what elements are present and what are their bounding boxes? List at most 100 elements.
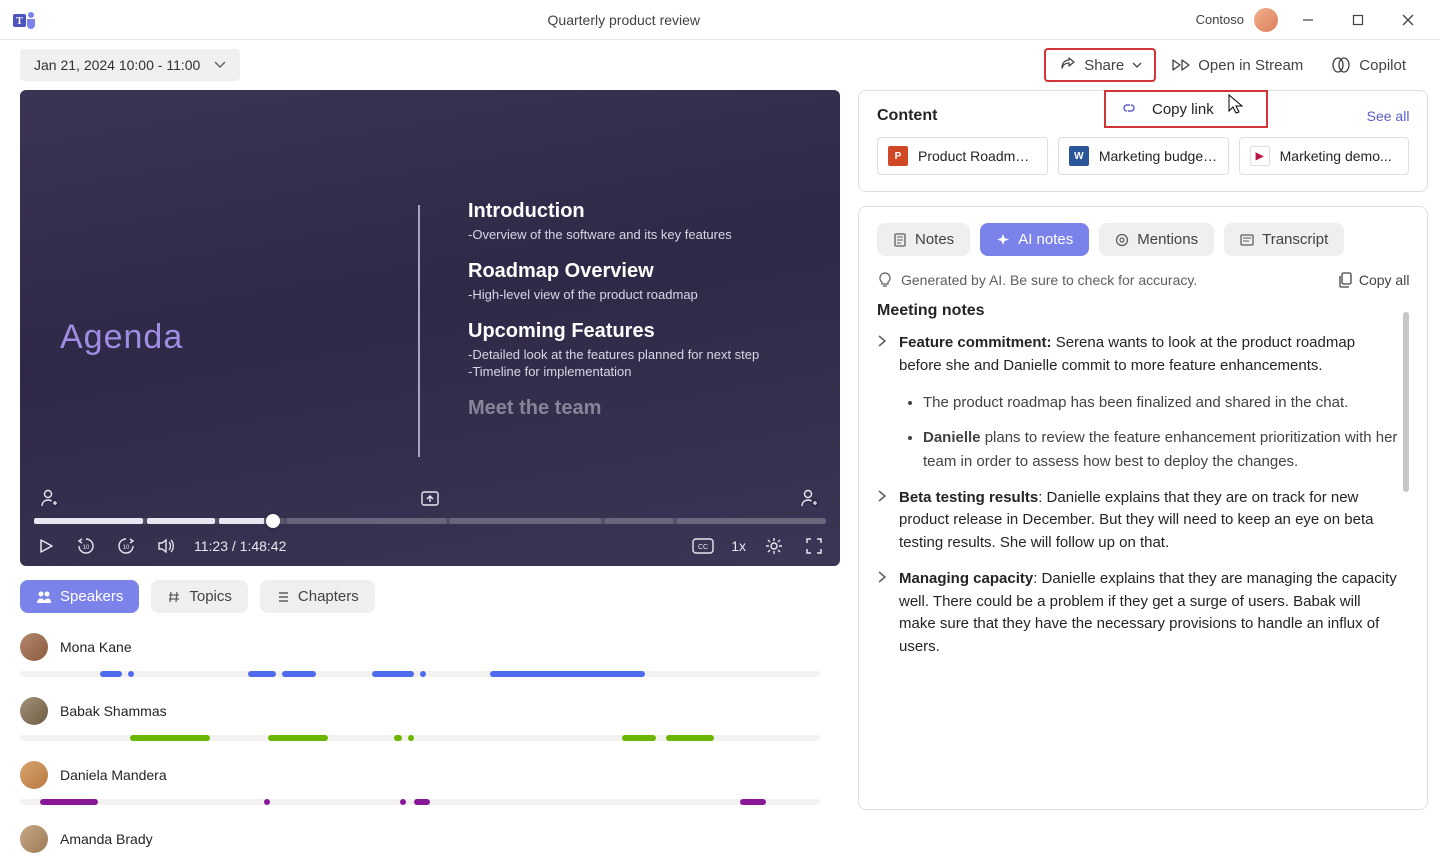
people-icon — [36, 589, 52, 605]
share-button[interactable]: Share — [1044, 48, 1156, 82]
svg-text:CC: CC — [698, 544, 708, 551]
copy-link-item[interactable]: Copy link — [1152, 101, 1214, 118]
playback-speed[interactable]: 1x — [731, 538, 746, 554]
speaker-row: Amanda Brady — [20, 819, 840, 859]
add-person-left-icon[interactable] — [38, 486, 62, 510]
tenant-name: Contoso — [1196, 12, 1244, 27]
speaker-name: Babak Shammas — [60, 703, 167, 719]
slide-agenda-list: Introduction -Overview of the software a… — [468, 200, 808, 424]
video-file-icon: ▶ — [1250, 146, 1270, 166]
slide-agenda-label: Agenda — [60, 318, 183, 357]
open-in-stream-button[interactable]: Open in Stream — [1156, 48, 1317, 82]
play-button[interactable] — [34, 534, 58, 558]
share-label: Share — [1084, 57, 1124, 74]
user-avatar[interactable] — [1254, 8, 1278, 32]
lightbulb-icon — [877, 272, 893, 288]
volume-icon[interactable] — [154, 534, 178, 558]
settings-gear-icon[interactable] — [762, 534, 786, 558]
forward-10-icon[interactable]: 10 — [114, 534, 138, 558]
file-label: Marketing budget... — [1099, 148, 1218, 164]
agenda-item-sub: -Timeline for implementation — [468, 364, 808, 379]
agenda-item-sub: -Overview of the software and its key fe… — [468, 227, 808, 242]
copilot-label: Copilot — [1359, 57, 1406, 74]
chevron-down-icon — [214, 59, 226, 71]
speaker-timeline-track[interactable] — [20, 799, 820, 805]
see-all-link[interactable]: See all — [1367, 108, 1410, 124]
copy-icon — [1339, 272, 1353, 288]
title-bar: T Quarterly product review Contoso — [0, 0, 1440, 40]
content-file[interactable]: P Product Roadmap... — [877, 137, 1048, 175]
note-sub-item: Danielle plans to review the feature enh… — [923, 426, 1397, 473]
notes-tabs: Notes AI notes Mentions Transcript — [877, 223, 1409, 256]
content-file[interactable]: W Marketing budget... — [1058, 137, 1229, 175]
seek-bar[interactable] — [34, 518, 826, 524]
tab-label: Mentions — [1137, 231, 1198, 248]
speaker-timeline-track[interactable] — [20, 735, 820, 741]
share-icon — [1058, 56, 1076, 74]
notes-card: Notes AI notes Mentions Transcript — [858, 206, 1428, 810]
upload-icon[interactable] — [418, 486, 442, 510]
tab-ai-notes[interactable]: AI notes — [980, 223, 1089, 256]
svg-text:10: 10 — [83, 545, 90, 551]
chevron-right-icon[interactable] — [877, 335, 889, 377]
agenda-item-sub: -High-level view of the product roadmap — [468, 287, 808, 302]
speaker-timeline-track[interactable] — [20, 671, 820, 677]
tab-chapters[interactable]: Chapters — [260, 580, 375, 613]
at-icon — [1115, 233, 1129, 247]
content-file[interactable]: ▶ Marketing demo... — [1239, 137, 1410, 175]
speaker-row: Mona Kane — [20, 627, 840, 677]
speaker-avatar — [20, 697, 48, 725]
scrollbar-thumb[interactable] — [1403, 312, 1409, 492]
speaker-avatar — [20, 761, 48, 789]
time-display: 11:23 / 1:48:42 — [194, 538, 286, 554]
chevron-right-icon[interactable] — [877, 571, 889, 658]
tab-label: AI notes — [1018, 231, 1073, 248]
copy-all-label: Copy all — [1359, 272, 1410, 288]
add-person-right-icon[interactable] — [798, 486, 822, 510]
window-title: Quarterly product review — [52, 12, 1196, 28]
timeline-tabs: Speakers Topics Chapters — [20, 580, 840, 613]
occurrence-label: Jan 21, 2024 10:00 - 11:00 — [34, 57, 200, 73]
speaker-name: Amanda Brady — [60, 831, 153, 847]
note-sub-item: The product roadmap has been finalized a… — [923, 391, 1397, 414]
cursor-icon — [1228, 94, 1246, 114]
tab-label: Notes — [915, 231, 954, 248]
agenda-item-title: Introduction — [468, 200, 808, 223]
minimize-button[interactable] — [1288, 5, 1328, 35]
chevron-down-icon — [1132, 60, 1142, 70]
copilot-button[interactable]: Copilot — [1317, 47, 1420, 83]
hash-icon — [167, 590, 181, 604]
maximize-button[interactable] — [1338, 5, 1378, 35]
notes-scroll-area[interactable]: Meeting notes Feature commitment: Serena… — [877, 302, 1409, 662]
captions-icon[interactable]: CC — [691, 534, 715, 558]
close-button[interactable] — [1388, 5, 1428, 35]
tab-topics[interactable]: Topics — [151, 580, 248, 613]
open-in-stream-label: Open in Stream — [1198, 57, 1303, 74]
rewind-10-icon[interactable]: 10 — [74, 534, 98, 558]
note-item: Beta testing results: Danielle explains … — [877, 487, 1397, 555]
copilot-icon — [1331, 55, 1351, 75]
speaker-row: Babak Shammas — [20, 691, 840, 741]
note-item: Feature commitment: Serena wants to look… — [877, 332, 1397, 377]
word-icon: W — [1069, 146, 1089, 166]
speaker-row: Daniela Mandera — [20, 755, 840, 805]
agenda-item-title: Meet the team — [468, 397, 808, 420]
speaker-avatar — [20, 825, 48, 853]
speaker-avatar — [20, 633, 48, 661]
tab-mentions[interactable]: Mentions — [1099, 223, 1214, 256]
content-heading: Content — [877, 107, 937, 125]
tab-speakers[interactable]: Speakers — [20, 580, 139, 613]
note-item: Managing capacity: Danielle explains tha… — [877, 568, 1397, 658]
seek-thumb[interactable] — [266, 514, 280, 528]
tab-transcript[interactable]: Transcript — [1224, 223, 1344, 256]
fullscreen-icon[interactable] — [802, 534, 826, 558]
copy-all-button[interactable]: Copy all — [1339, 272, 1410, 288]
chevron-right-icon[interactable] — [877, 490, 889, 555]
speakers-timeline: Mona Kane Babak Shammas Daniela — [20, 627, 840, 859]
sparkle-icon — [996, 233, 1010, 247]
notes-icon — [893, 233, 907, 247]
tab-notes[interactable]: Notes — [877, 223, 970, 256]
tab-label: Chapters — [298, 588, 359, 605]
svg-text:T: T — [16, 16, 23, 27]
occurrence-picker[interactable]: Jan 21, 2024 10:00 - 11:00 — [20, 49, 240, 81]
